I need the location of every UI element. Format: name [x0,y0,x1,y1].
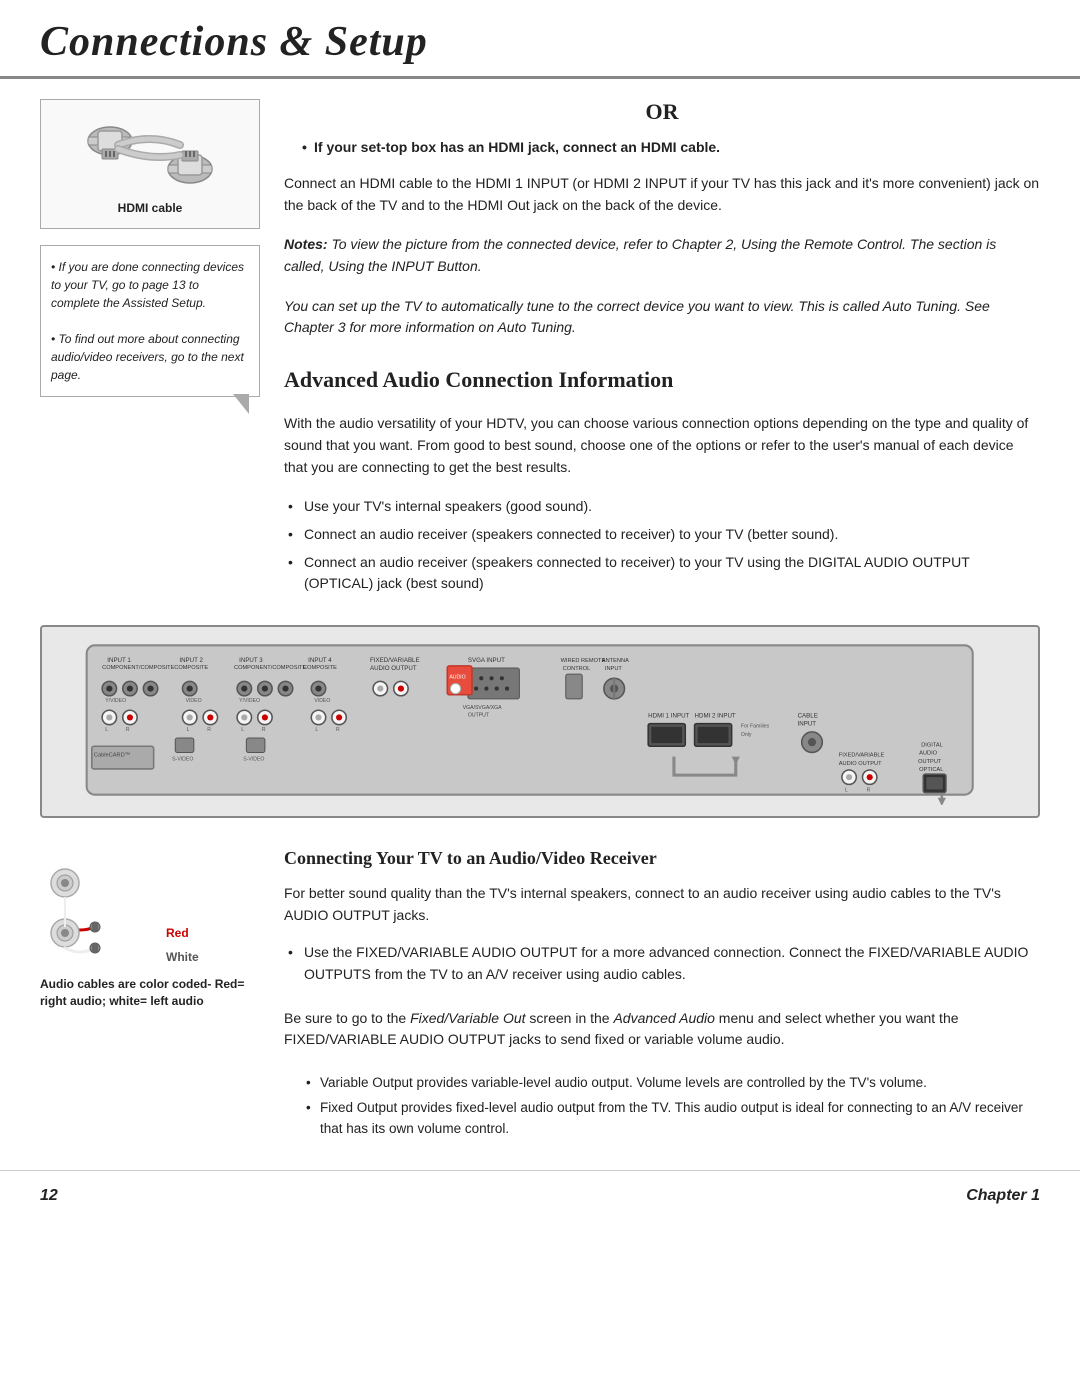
tv-panel-area: INPUT 1 COMPONENT/COMPOSITE Y/VIDEO L R … [0,625,1080,818]
svg-text:VGA/SVGA/XGA: VGA/SVGA/XGA [463,705,502,711]
page-number: 12 [40,1187,58,1205]
bottom-section: Red White Audio cables are color coded- … [0,828,1080,1150]
red-label: Red [166,926,199,940]
advanced-audio-heading: Advanced Audio Connection Information [284,367,1040,393]
svg-text:AUDIO OUTPUT: AUDIO OUTPUT [370,665,417,672]
para2-part2: screen in the [526,1010,614,1026]
advanced-audio-body: With the audio versatility of your HDTV,… [284,413,1040,478]
sidebar-note-text: • If you are done connecting devices to … [51,260,244,382]
tv-panel-diagram: INPUT 1 COMPONENT/COMPOSITE Y/VIDEO L R … [40,625,1040,818]
svg-text:COMPONENT/COMPOSITE: COMPONENT/COMPOSITE [234,665,307,671]
audio-cable-sidebar: Red White Audio cables are color coded- … [40,848,260,1150]
svg-text:INPUT 3: INPUT 3 [239,657,263,664]
audio-caption-text: Audio cables are color coded- Red= right… [40,977,244,1008]
fixed-variable-para: Be sure to go to the Fixed/Variable Out … [284,1008,1040,1051]
svg-text:ANTENNA: ANTENNA [602,658,629,664]
svg-text:COMPONENT/COMPOSITE: COMPONENT/COMPOSITE [102,665,175,671]
connecting-av-heading: Connecting Your TV to an Audio/Video Rec… [284,848,1040,869]
svg-text:FIXED/VARIABLE: FIXED/VARIABLE [839,753,885,759]
svg-text:R: R [262,727,266,733]
audio-option-2: Connect an audio receiver (speakers conn… [284,524,1040,546]
svg-text:AUDIO OUTPUT: AUDIO OUTPUT [839,761,882,767]
svg-text:R: R [207,727,211,733]
svg-text:L: L [241,727,244,733]
red-white-labels: Red White [166,926,199,968]
svg-text:WIRED REMOTE: WIRED REMOTE [561,658,606,664]
svg-text:SVGA INPUT: SVGA INPUT [468,657,505,664]
nested-bullets-list: Variable Output provides variable-level … [304,1073,1040,1144]
svg-text:R: R [336,727,340,733]
svg-text:VIDEO: VIDEO [314,698,330,704]
connecting-av-bullets: Use the FIXED/VARIABLE AUDIO OUTPUT for … [284,942,1040,991]
svg-text:DIGITAL: DIGITAL [921,742,943,748]
fixed-variable-italic: Fixed/Variable Out [410,1010,525,1026]
left-sidebar: HDMI cable • If you are done connecting … [40,99,260,609]
svg-text:FIXED/VARIABLE: FIXED/VARIABLE [370,657,420,664]
page-title: Connections & Setup [40,18,1040,76]
notes-line2: You can set up the TV to automatically t… [284,296,1040,339]
hdmi-para1: Connect an HDMI cable to the HDMI 1 INPU… [284,173,1040,216]
hdmi-cable-icon [70,113,230,193]
svg-text:AUDIO: AUDIO [449,674,465,680]
svg-text:OUTPUT: OUTPUT [918,759,942,765]
audio-option-1: Use your TV's internal speakers (good so… [284,496,1040,518]
hdmi-cable-label: HDMI cable [118,201,183,215]
svg-text:HDMI 2 INPUT: HDMI 2 INPUT [695,712,736,719]
svg-text:Only: Only [741,732,752,738]
audio-cables-icon [40,848,160,968]
notes-line1: Notes: To view the picture from the conn… [284,234,1040,277]
svg-text:HDMI 1 INPUT: HDMI 1 INPUT [648,712,689,719]
chapter-label: Chapter 1 [966,1187,1040,1205]
svg-text:CableCARD™: CableCARD™ [94,753,130,759]
svg-text:R: R [126,727,130,733]
svg-text:INPUT: INPUT [605,666,623,672]
svg-text:CABLE: CABLE [798,712,818,719]
white-label: White [166,950,199,964]
para2-part1: Be sure to go to the [284,1010,410,1026]
svg-text:INPUT 2: INPUT 2 [179,657,203,664]
svg-text:OPTICAL: OPTICAL [919,767,943,773]
svg-text:For Families: For Families [741,724,770,730]
svg-text:L: L [845,788,848,794]
hdmi-cable-box: HDMI cable [40,99,260,229]
svg-text:OUTPUT: OUTPUT [468,712,490,718]
right-bottom-content: Connecting Your TV to an Audio/Video Rec… [284,848,1040,1150]
main-content-top: HDMI cable • If you are done connecting … [0,79,1080,609]
svg-text:VIDEO: VIDEO [186,698,202,704]
page-header: Connections & Setup [0,0,1080,79]
right-content-top: OR If your set-top box has an HDMI jack,… [284,99,1040,609]
nested-bullet-1: Variable Output provides variable-level … [304,1073,1040,1093]
svg-text:CONTROL: CONTROL [563,666,591,672]
svg-text:L: L [105,727,108,733]
svg-text:Y/VIDEO: Y/VIDEO [105,698,126,704]
notes-bold: Notes: [284,236,328,252]
svg-text:L: L [187,727,190,733]
advanced-audio-italic: Advanced Audio [613,1010,714,1026]
svg-text:S-VIDEO: S-VIDEO [172,757,193,763]
tv-back-panel-svg: INPUT 1 COMPONENT/COMPOSITE Y/VIDEO L R … [54,635,1026,805]
av-bullet-1: Use the FIXED/VARIABLE AUDIO OUTPUT for … [284,942,1040,985]
svg-text:S-VIDEO: S-VIDEO [243,757,264,763]
sidebar-note-box: • If you are done connecting devices to … [40,245,260,397]
svg-text:INPUT: INPUT [798,721,817,728]
svg-text:COMPOSITE: COMPOSITE [174,665,208,671]
svg-text:AUDIO: AUDIO [919,750,938,756]
hdmi-bullet-bold: If your set-top box has an HDMI jack, co… [302,139,1040,155]
svg-text:COMPOSITE: COMPOSITE [303,665,337,671]
nested-bullet-2: Fixed Output provides fixed-level audio … [304,1098,1040,1139]
audio-option-3: Connect an audio receiver (speakers conn… [284,552,1040,595]
svg-text:INPUT 1: INPUT 1 [107,657,131,664]
svg-text:L: L [315,727,318,733]
connecting-av-para1: For better sound quality than the TV's i… [284,883,1040,926]
svg-text:Y/VIDEO: Y/VIDEO [239,698,260,704]
audio-cable-img-area: Red White [40,848,260,968]
svg-text:INPUT 4: INPUT 4 [308,657,332,664]
page-footer: 12 Chapter 1 [0,1170,1080,1217]
svg-text:R: R [867,788,871,794]
audio-caption: Audio cables are color coded- Red= right… [40,976,260,1010]
or-heading: OR [284,99,1040,125]
notes-text1: To view the picture from the connected d… [284,236,996,274]
audio-options-list: Use your TV's internal speakers (good so… [284,496,1040,601]
